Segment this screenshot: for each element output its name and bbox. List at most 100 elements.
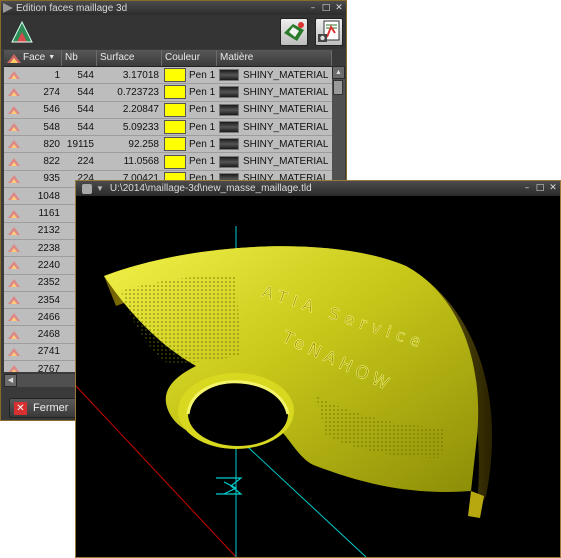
minimize-button[interactable]: – [307, 3, 319, 14]
cell-face: 2468 [4, 326, 62, 342]
cell-matiere: SHINY_MATERIAL [217, 119, 332, 135]
mesh-render: ATIA Service TeNAHOW [76, 226, 493, 557]
material-swatch[interactable] [219, 155, 239, 168]
cell-nb: 544 [77, 69, 94, 81]
column-header-surface[interactable]: Surface [97, 50, 162, 66]
column-label-face: Face [23, 52, 46, 63]
face-icon [8, 123, 20, 132]
viewer-window-icon[interactable] [82, 183, 92, 194]
face-id: 274 [43, 86, 60, 98]
mesh-viewer-titlebar[interactable]: ▼ U:\2014\maillage-3d\new_masse_maillage… [76, 181, 560, 196]
viewer-close-button[interactable]: ✕ [547, 183, 559, 194]
face-icon [8, 157, 20, 166]
mesh-edit-icon [284, 22, 304, 41]
faces-header-icon [7, 53, 21, 63]
face-icon [8, 365, 20, 372]
material-label: SHINY_MATERIAL [243, 138, 329, 150]
cell-matiere: SHINY_MATERIAL [217, 67, 332, 83]
close-button-label: Fermer [33, 402, 69, 414]
face-icon [8, 261, 20, 270]
close-button[interactable]: ✕ Fermer [9, 398, 79, 418]
cell-face: 1161 [4, 205, 62, 221]
cell-face: 546 [4, 102, 62, 118]
table-row[interactable]: 548 544 5.09233 Pen 1 SHINY_MATERIAL [4, 119, 332, 137]
sort-desc-icon: ▼ [48, 54, 56, 61]
color-swatch[interactable] [164, 154, 186, 169]
face-id: 1161 [38, 208, 60, 220]
cell-surface: 11.0568 [123, 156, 159, 168]
column-header-couleur[interactable]: Couleur [162, 50, 217, 66]
table-row[interactable]: 820 19115 92.258 Pen 1 SHINY_MATERIAL [4, 136, 332, 154]
cell-surface: 2.20847 [122, 104, 159, 116]
color-swatch[interactable] [164, 68, 186, 83]
face-id: 2238 [37, 242, 60, 254]
pen-label: Pen 1 [189, 69, 216, 81]
cell-face: 2240 [4, 257, 62, 273]
column-label-nb: Nb [65, 52, 78, 63]
column-header-matiere[interactable]: Matière [217, 50, 332, 66]
face-id: 935 [43, 173, 60, 185]
color-swatch[interactable] [164, 137, 186, 152]
color-swatch[interactable] [164, 120, 186, 135]
column-header-nb[interactable]: Nb [62, 50, 97, 66]
cell-face: 2132 [4, 223, 62, 239]
chevron-down-icon[interactable]: ▼ [96, 184, 104, 193]
face-icon [8, 105, 20, 114]
material-label: SHINY_MATERIAL [243, 104, 329, 116]
face-icon [8, 347, 20, 356]
mesh-report-button[interactable] [315, 18, 343, 46]
material-swatch[interactable] [219, 69, 239, 82]
face-id: 548 [43, 121, 60, 133]
column-header-face[interactable]: Face ▼ [4, 50, 62, 66]
window-menu-icon[interactable] [3, 3, 13, 13]
material-swatch[interactable] [219, 103, 239, 116]
material-swatch[interactable] [219, 121, 239, 134]
table-row[interactable]: 822 224 11.0568 Pen 1 SHINY_MATERIAL [4, 153, 332, 171]
table-row[interactable]: 274 544 0.723723 Pen 1 SHINY_MATERIAL [4, 84, 332, 102]
close-window-button[interactable]: ✕ [333, 3, 345, 14]
cell-face: 1048 [4, 188, 62, 204]
cell-face: 822 [4, 153, 62, 169]
material-label: SHINY_MATERIAL [243, 156, 329, 168]
material-swatch[interactable] [219, 86, 239, 99]
cell-face: 2466 [4, 309, 62, 325]
material-label: SHINY_MATERIAL [243, 121, 329, 133]
mesh-report-icon [318, 20, 340, 42]
table-row[interactable]: 1 544 3.17018 Pen 1 SHINY_MATERIAL [4, 67, 332, 85]
knurled-band-left [121, 275, 241, 364]
face-icon [8, 330, 20, 339]
color-swatch[interactable] [164, 85, 186, 100]
cell-nb: 544 [77, 104, 94, 116]
cell-couleur: Pen 1 [162, 102, 217, 118]
3d-viewport[interactable]: ATIA Service TeNAHOW [76, 196, 560, 557]
viewer-minimize-button[interactable]: – [521, 183, 533, 194]
face-id: 2741 [37, 346, 60, 358]
cell-couleur: Pen 1 [162, 119, 217, 135]
material-swatch[interactable] [219, 138, 239, 151]
maximize-button[interactable]: □ [320, 3, 332, 14]
color-swatch[interactable] [164, 102, 186, 117]
column-label-surface: Surface [100, 52, 135, 63]
face-icon [8, 226, 20, 235]
column-label-couleur: Couleur [165, 52, 201, 63]
face-icon [8, 174, 20, 183]
viewer-maximize-button[interactable]: □ [534, 183, 546, 194]
mesh-edit-button[interactable] [280, 18, 308, 46]
face-id: 2767 [37, 363, 60, 372]
cell-face: 2767 [4, 361, 62, 372]
table-row[interactable]: 546 544 2.20847 Pen 1 SHINY_MATERIAL [4, 102, 332, 119]
pen-label: Pen 1 [189, 121, 216, 133]
scroll-left-icon[interactable]: ◀ [4, 374, 17, 387]
face-icon [8, 140, 20, 149]
cell-surface: 0.723723 [117, 86, 159, 98]
pen-label: Pen 1 [189, 86, 216, 98]
editor-toolbar [1, 15, 346, 49]
face-id: 2132 [37, 225, 60, 237]
app-logo-icon [11, 20, 33, 43]
scroll-thumb[interactable] [333, 80, 343, 95]
face-icon [8, 278, 20, 287]
scroll-up-icon[interactable]: ▲ [332, 66, 345, 79]
face-editor-titlebar[interactable]: Edition faces maillage 3d – □ ✕ [1, 1, 346, 16]
cell-face: 2354 [4, 292, 62, 308]
horizontal-scrollbar[interactable]: ◀ [4, 374, 79, 387]
